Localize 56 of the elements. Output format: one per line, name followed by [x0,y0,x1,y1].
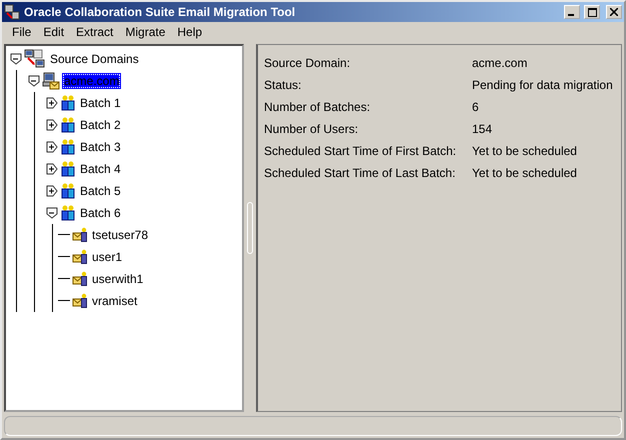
field-label: Number of Users: [264,122,360,136]
field-label: Number of Batches: [264,100,372,114]
tree-item[interactable]: tsetuser78 [90,227,150,243]
field-value: acme.com [472,56,528,70]
tree-item[interactable]: Batch 5 [78,183,123,199]
collapse-icon[interactable] [28,75,40,87]
expand-icon[interactable] [46,141,58,153]
splitter-handle[interactable] [247,202,253,254]
tree-item[interactable]: Batch 1 [78,95,123,111]
menu-item[interactable]: Edit [37,25,70,39]
people-icon [60,161,76,177]
maximize-button[interactable] [584,5,600,19]
people-icon [60,139,76,155]
tree-item[interactable]: Source Domains [48,51,141,67]
minimize-button[interactable] [564,5,580,19]
user-mail-icon [72,293,88,309]
menu-item[interactable]: File [6,25,38,39]
expand-icon[interactable] [46,119,58,131]
app-icon [4,4,20,20]
user-mail-icon [72,249,88,265]
field-label: Status: [264,78,302,92]
tree-item[interactable]: Batch 3 [78,139,123,155]
field-label: Scheduled Start Time of Last Batch: [264,166,456,180]
field-label: Scheduled Start Time of First Batch: [264,144,458,158]
field-value: Yet to be scheduled [472,144,577,158]
user-mail-icon [72,227,88,243]
field-value: Yet to be scheduled [472,166,577,180]
field-value: 154 [472,122,492,136]
tree-item[interactable]: user1 [90,249,124,265]
expand-icon[interactable] [46,97,58,109]
close-icon [610,8,618,16]
tree-item[interactable]: Batch 6 [78,205,123,221]
people-icon [60,95,76,111]
field-value: 6 [472,100,479,114]
collapse-icon[interactable] [10,53,22,65]
close-button[interactable] [606,5,622,19]
user-mail-icon [72,271,88,287]
menu-item[interactable]: Help [171,25,208,39]
network-computers-icon [24,49,46,69]
field-value: Pending for data migration [472,78,613,92]
field-label: Source Domain: [264,56,352,70]
menu-item[interactable]: Extract [70,25,120,39]
collapse-icon[interactable] [46,207,58,219]
people-icon [60,117,76,133]
maximize-icon [588,8,596,16]
people-icon [60,205,76,221]
tree-item[interactable]: vramiset [90,293,140,309]
tree-item[interactable]: Batch 4 [78,161,123,177]
menu-item[interactable]: Migrate [119,25,172,39]
expand-icon[interactable] [46,163,58,175]
tree-item[interactable]: Batch 2 [78,117,123,133]
expand-icon[interactable] [46,185,58,197]
tree-item[interactable]: userwith1 [90,271,146,287]
computer-mail-icon [42,72,60,90]
people-icon [60,183,76,199]
window-title: Oracle Collaboration Suite Email Migration Tool [24,5,296,19]
